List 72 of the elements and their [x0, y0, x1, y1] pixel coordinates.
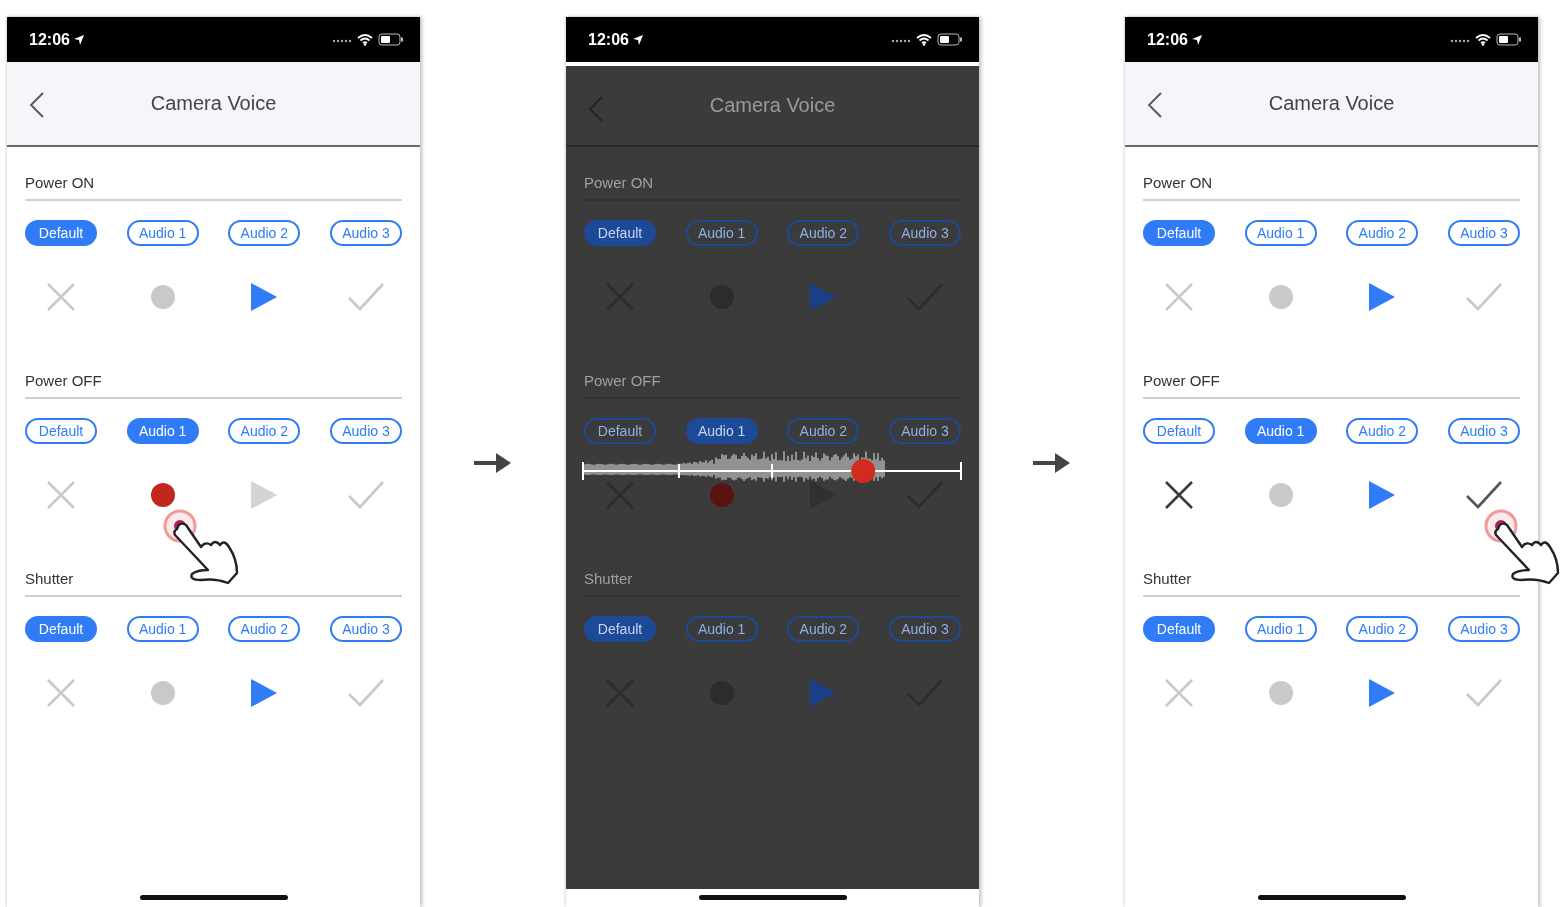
section-heading: Shutter	[584, 543, 961, 597]
audio-option-button[interactable]: Audio 3	[1447, 418, 1520, 444]
section-heading: Power OFF	[1143, 345, 1520, 399]
clock-time: 12:06	[1147, 30, 1188, 49]
audio-option-button[interactable]: Audio 2	[787, 220, 860, 246]
audio-option-button[interactable]: Audio 1	[685, 220, 758, 246]
audio-option-button[interactable]: Audio 3	[1447, 616, 1520, 642]
wifi-icon	[916, 33, 932, 46]
audio-option-button[interactable]: Audio 2	[1346, 616, 1419, 642]
back-icon[interactable]	[1145, 91, 1165, 119]
audio-option-button[interactable]: Default	[25, 418, 97, 444]
back-icon[interactable]	[27, 91, 47, 119]
audio-option-button[interactable]: Audio 2	[228, 220, 301, 246]
audio-option-button[interactable]: Default	[1143, 616, 1215, 642]
audio-option-button[interactable]: Audio 1	[1244, 418, 1317, 444]
location-arrow-icon	[1190, 33, 1203, 46]
battery-icon	[1496, 33, 1522, 46]
audio-option-button[interactable]: Audio 3	[888, 616, 961, 642]
audio-option-button[interactable]: Audio 2	[787, 418, 860, 444]
screen-title: Camera Voice	[709, 94, 836, 117]
record-icon[interactable]	[150, 483, 175, 507]
audio-option-button[interactable]: Default	[584, 220, 656, 246]
screen-title: Camera Voice	[1268, 92, 1395, 115]
audio-option-button[interactable]: Audio 1	[685, 418, 758, 444]
audio-option-button[interactable]: Audio 3	[329, 220, 402, 246]
audio-option-button[interactable]: Audio 1	[126, 616, 199, 642]
audio-option-button[interactable]: Audio 1	[685, 616, 758, 642]
audio-option-button[interactable]: Default	[25, 220, 97, 246]
section-heading: Power ON	[584, 147, 961, 201]
play-icon[interactable]	[251, 679, 278, 707]
audio-option-button[interactable]: Default	[1143, 418, 1215, 444]
audio-option-button[interactable]: Audio 1	[126, 418, 199, 444]
audio-option-button[interactable]: Audio 2	[1346, 220, 1419, 246]
clock-time: 12:06	[29, 30, 70, 49]
screen-title: Camera Voice	[150, 92, 277, 115]
play-icon[interactable]	[1369, 283, 1396, 311]
audio-option-button[interactable]: Audio 3	[329, 616, 402, 642]
location-arrow-icon	[72, 33, 85, 46]
play-icon[interactable]	[251, 283, 278, 311]
audio-option-button[interactable]: Audio 1	[126, 220, 199, 246]
section-heading: Shutter	[25, 543, 402, 597]
wifi-icon	[357, 33, 373, 46]
checkmark-icon[interactable]	[1465, 481, 1502, 509]
audio-option-button[interactable]: Audio 3	[888, 220, 961, 246]
section-heading: Power ON	[1143, 147, 1520, 201]
audio-option-button[interactable]: Default	[584, 418, 656, 444]
arrow-icon	[474, 451, 512, 475]
battery-icon	[937, 33, 963, 46]
section-heading: Power ON	[25, 147, 402, 201]
audio-option-button[interactable]: Audio 3	[1447, 220, 1520, 246]
audio-option-button[interactable]: Audio 3	[329, 418, 402, 444]
audio-option-button[interactable]: Audio 1	[1244, 220, 1317, 246]
audio-option-button[interactable]: Default	[1143, 220, 1215, 246]
section-heading: Power OFF	[584, 345, 961, 399]
audio-option-button[interactable]: Audio 2	[1346, 418, 1419, 444]
play-icon[interactable]	[1369, 679, 1396, 707]
wifi-icon	[1475, 33, 1491, 46]
audio-option-button[interactable]: Audio 2	[228, 616, 301, 642]
audio-option-button[interactable]: Default	[25, 616, 97, 642]
audio-option-button[interactable]: Audio 2	[228, 418, 301, 444]
location-arrow-icon	[631, 33, 644, 46]
audio-option-button[interactable]: Audio 1	[1244, 616, 1317, 642]
arrow-icon	[1033, 451, 1071, 475]
audio-option-button[interactable]: Default	[584, 616, 656, 642]
slider-thumb[interactable]	[851, 459, 876, 483]
section-heading: Power OFF	[25, 345, 402, 399]
audio-option-button[interactable]: Audio 2	[787, 616, 860, 642]
clock-time: 12:06	[588, 30, 629, 49]
close-icon[interactable]	[1165, 481, 1193, 509]
audio-option-button[interactable]: Audio 3	[888, 418, 961, 444]
play-icon[interactable]	[1369, 481, 1396, 509]
battery-icon	[378, 33, 404, 46]
